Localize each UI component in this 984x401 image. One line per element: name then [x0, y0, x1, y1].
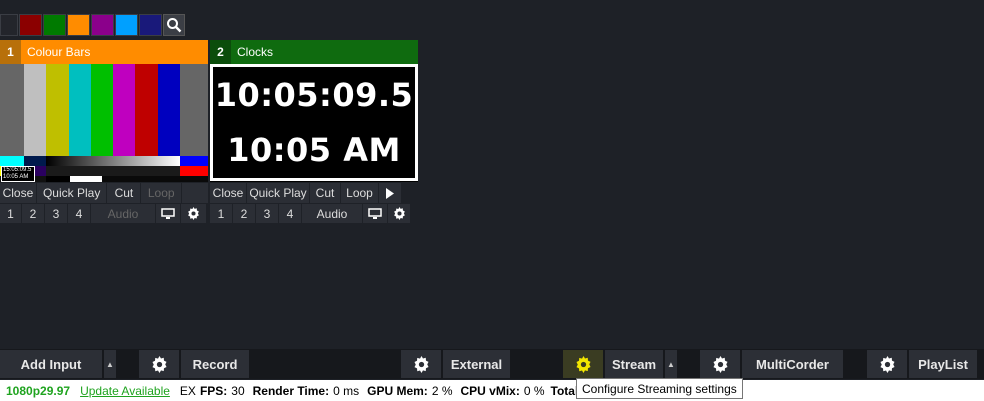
gear-icon [575, 355, 591, 373]
monitor-icon [368, 207, 382, 219]
input-controls: Close Quick Play Cut Loop [0, 183, 209, 203]
color-swatch-red[interactable] [19, 14, 42, 36]
update-available-link[interactable]: Update Available [80, 384, 170, 398]
color-swatch-navy[interactable] [139, 14, 162, 36]
quick-play-button[interactable]: Quick Play [247, 183, 309, 203]
status-bar: 1080p29.97 Update Available EX FPS: 30 R… [0, 380, 984, 401]
input-card-colour-bars: 1 Colour Bars 15:05:09.5 10:05 AM Close … [0, 40, 209, 223]
spacer [182, 183, 209, 203]
clock-time: 10:05:09.5 [214, 75, 414, 114]
input-preview-clocks[interactable]: 10:05:09.5 10:05 AM [210, 64, 418, 182]
input-preview-colour-bars[interactable]: 15:05:09.5 10:05 AM [0, 64, 208, 182]
color-swatch-dark[interactable] [0, 14, 18, 36]
thumb-clock-line: 10:05 AM [3, 174, 29, 180]
input-settings-button[interactable] [181, 204, 206, 223]
multicorder-settings-button[interactable] [700, 350, 740, 378]
external-button[interactable]: External [443, 350, 510, 378]
play-icon [386, 187, 394, 199]
gear-icon [393, 207, 405, 220]
total-label: Total [550, 383, 579, 398]
close-button[interactable]: Close [0, 183, 36, 203]
stream-dropdown[interactable]: ▲ [665, 350, 677, 378]
gear-icon [188, 207, 199, 220]
gear-icon [879, 355, 895, 373]
cut-button[interactable]: Cut [310, 183, 340, 203]
input-header[interactable]: 1 Colour Bars [0, 40, 208, 64]
output-monitor-button[interactable] [363, 204, 387, 223]
audio-button[interactable]: Audio [302, 204, 362, 223]
overlay-2-button[interactable]: 2 [233, 204, 255, 223]
add-input-dropdown[interactable]: ▲ [104, 350, 116, 378]
overlay-3-button[interactable]: 3 [256, 204, 278, 223]
thumb-clock: 15:05:09.5 10:05 AM [1, 166, 35, 182]
overlay-4-button[interactable]: 4 [68, 204, 90, 223]
input-card-clocks: 2 Clocks 10:05:09.5 10:05 AM Close Quick… [210, 40, 418, 223]
overlay-1-button[interactable]: 1 [0, 204, 21, 223]
clock-ampm: 10:05 AM [227, 131, 401, 170]
input-title: Colour Bars [27, 45, 91, 59]
render-time-label: Render Time: [252, 383, 330, 398]
play-button[interactable] [379, 183, 401, 203]
main-toolbar: Add Input ▲ Record External Stream ▲ Mul… [0, 349, 984, 379]
color-swatch-blue[interactable] [115, 14, 138, 36]
gear-icon [712, 355, 728, 373]
streaming-settings-tooltip: Configure Streaming settings [576, 378, 743, 399]
add-input-button[interactable]: Add Input [0, 350, 102, 378]
overlay-1-button[interactable]: 1 [210, 204, 232, 223]
input-bus-row: 1 2 3 4 Audio [210, 204, 418, 223]
gear-icon [413, 355, 429, 373]
monitor-icon [161, 207, 175, 219]
color-swatch-orange[interactable] [67, 14, 90, 36]
gear-icon [151, 355, 167, 373]
playlist-button[interactable]: PlayList [909, 350, 977, 378]
thumb-clock-line: 15:05:09.5 [3, 167, 32, 173]
input-number: 2 [210, 40, 231, 64]
quick-play-button[interactable]: Quick Play [36, 183, 107, 203]
multicorder-button[interactable]: MultiCorder [742, 350, 843, 378]
fps-value: 30 [231, 383, 245, 398]
cut-button[interactable]: Cut [107, 183, 141, 203]
search-button[interactable] [163, 14, 185, 36]
gpu-mem-label: GPU Mem: [367, 383, 428, 398]
output-monitor-button[interactable] [156, 204, 180, 223]
input-title: Clocks [237, 45, 274, 59]
audio-button[interactable]: Audio [91, 204, 155, 223]
resolution-indicator[interactable]: 1080p29.97 [6, 384, 70, 398]
cpu-vmix-value: 0 % [523, 383, 545, 398]
input-controls: Close Quick Play Cut Loop [210, 183, 418, 203]
playlist-settings-button[interactable] [867, 350, 907, 378]
fps-label: FPS: [199, 383, 228, 398]
input-header[interactable]: 2 Clocks [210, 40, 418, 64]
ex-label: EX [179, 383, 196, 398]
color-filter-strip [0, 14, 185, 36]
colour-bars-image [0, 64, 208, 182]
record-settings-button[interactable] [139, 350, 179, 378]
gpu-mem-value: 2 % [431, 383, 453, 398]
search-icon [167, 18, 182, 33]
input-settings-button[interactable] [388, 204, 410, 223]
overlay-3-button[interactable]: 3 [45, 204, 67, 223]
stream-settings-button[interactable] [563, 350, 603, 378]
input-number: 1 [0, 40, 21, 64]
clock-display: 10:05:09.5 10:05 AM [210, 64, 418, 181]
color-swatch-purple[interactable] [91, 14, 114, 36]
loop-button[interactable]: Loop [141, 183, 182, 203]
overlay-2-button[interactable]: 2 [22, 204, 44, 223]
input-bus-row: 1 2 3 4 Audio [0, 204, 208, 223]
overlay-4-button[interactable]: 4 [279, 204, 301, 223]
external-settings-button[interactable] [401, 350, 441, 378]
record-button[interactable]: Record [181, 350, 249, 378]
close-button[interactable]: Close [210, 183, 246, 203]
cpu-vmix-label: CPU vMix: [460, 383, 520, 398]
loop-button[interactable]: Loop [341, 183, 378, 203]
render-time-value: 0 ms [333, 383, 360, 398]
color-swatch-green[interactable] [43, 14, 66, 36]
stream-button[interactable]: Stream [605, 350, 663, 378]
